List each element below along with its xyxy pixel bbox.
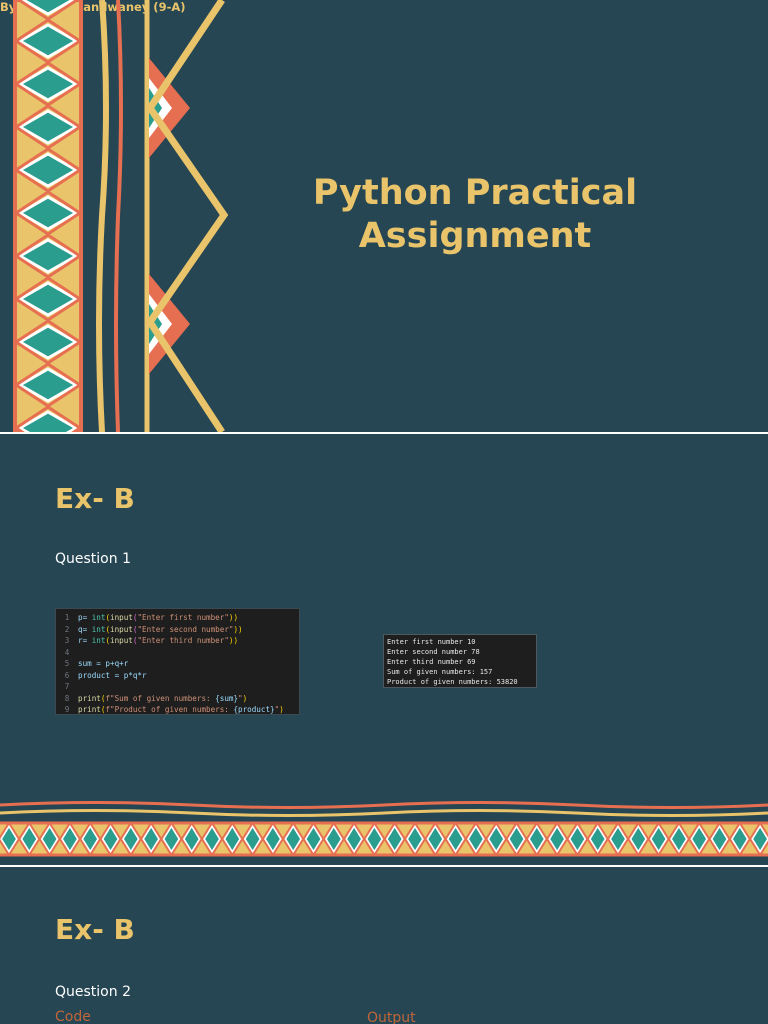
code-token: sum = p+q+r [78, 659, 129, 668]
slide-question-1: Ex- B Question 1 1 p= int(input("Enter fi… [0, 434, 768, 865]
code-line: 4 [56, 647, 299, 659]
code-token: ) [279, 705, 284, 714]
code-token: )) [228, 636, 239, 645]
code-token: print [78, 693, 101, 703]
code-line: 1 p= int(input("Enter first number")) [56, 612, 299, 624]
code-line: 7 [56, 681, 299, 693]
code-screenshot: 1 p= int(input("Enter first number")) 2 q= … [55, 608, 300, 715]
code-token: "Enter third number" [137, 636, 229, 645]
code-token: input [110, 624, 133, 634]
title-slide: Python Practical Assignment By- Aarav Ch… [0, 0, 768, 432]
code-token: int [91, 613, 106, 622]
tribal-border-decoration [0, 801, 768, 857]
code-line: 8 print(f"Sum of given numbers: {sum} ") [56, 693, 299, 705]
wavy-line [0, 801, 768, 809]
code-line: 2 q= int(input("Enter second number")) [56, 624, 299, 636]
code-token: f"Product of given numbers: [105, 705, 234, 714]
zigzag-line [145, 0, 229, 432]
line-number: 7 [64, 682, 70, 691]
presentation-title: Python Practical Assignment [312, 173, 638, 256]
code-label: Code [55, 1009, 91, 1024]
slide-heading: Ex- B [55, 913, 135, 946]
line-number: 5 [64, 659, 70, 668]
code-token: r= [78, 636, 92, 645]
line-number: 2 [64, 624, 70, 634]
code-token: input [110, 613, 133, 622]
question-label: Question 1 [55, 551, 131, 567]
code-token: p= [78, 613, 92, 622]
line-number: 9 [64, 705, 70, 714]
code-token: q= [78, 624, 92, 634]
code-token: "Enter second number" [137, 624, 234, 634]
output-label: Output [367, 1010, 416, 1024]
code-token: {product} [233, 705, 275, 714]
code-token: int [91, 624, 106, 634]
line-number: 4 [64, 647, 70, 657]
code-token: input [110, 636, 133, 645]
code-token: print [78, 705, 101, 714]
code-line: 3 r= int(input("Enter third number")) [56, 635, 299, 647]
code-token: int [91, 636, 106, 645]
line-number: 8 [64, 693, 70, 703]
question-label: Question 2 [55, 984, 131, 1000]
line-number: 3 [64, 636, 70, 645]
code-line: 5 sum = p+q+r [56, 658, 299, 670]
code-token: )) [228, 613, 239, 622]
slide-question-2: Ex- B Question 2 Code Output [0, 867, 768, 1024]
line-number: 6 [64, 670, 70, 680]
tribal-pattern-decoration [13, 0, 229, 432]
code-line: 6 product = p*q*r [56, 670, 299, 682]
wavy-line [96, 0, 109, 432]
slide-heading: Ex- B [55, 482, 135, 515]
line-number: 1 [64, 613, 70, 622]
wavy-line [114, 0, 123, 432]
code-token: f"Sum of given numbers: [105, 693, 216, 703]
code-line: 9 print(f"Product of given numbers: {prod… [56, 704, 299, 716]
code-token: product = p*q*r [78, 670, 147, 680]
wavy-line [0, 809, 768, 817]
code-token: "Enter first number" [137, 613, 229, 622]
code-token: ) [242, 693, 248, 703]
output-screenshot: Enter first number 10 Enter second numbe… [383, 634, 537, 688]
code-token: )) [233, 624, 243, 634]
code-token: {sum} [215, 693, 239, 703]
